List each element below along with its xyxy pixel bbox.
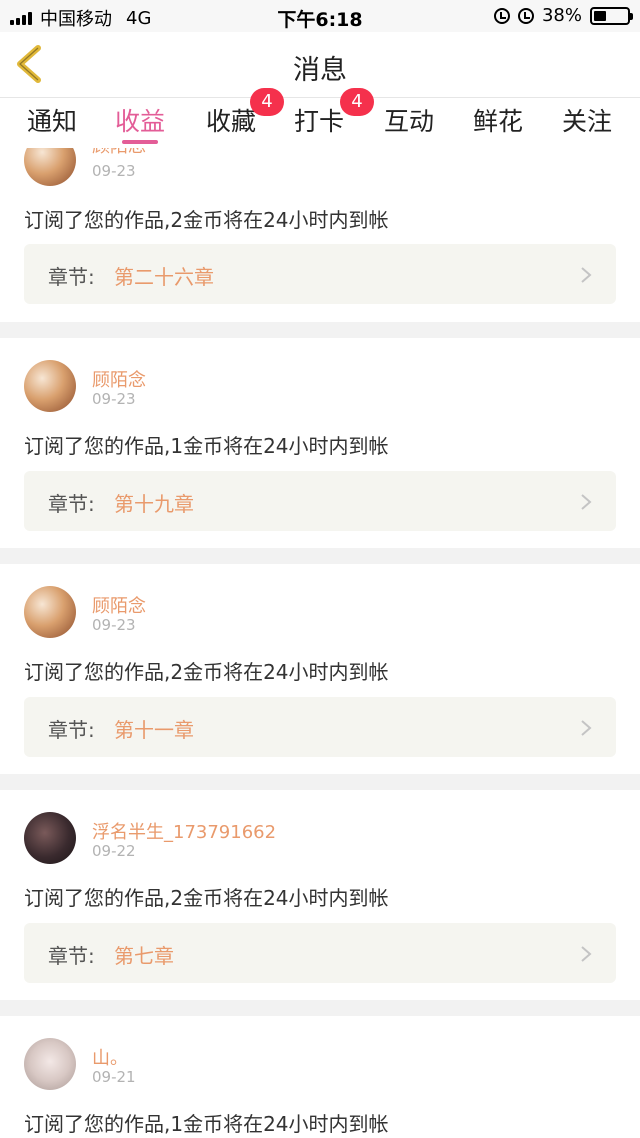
message-card: 顾陌念 09-23 订阅了您的作品,2金币将在24小时内到帐 章节: 第二十六章	[0, 148, 640, 322]
avatar[interactable]	[24, 586, 76, 638]
chevron-right-icon	[581, 267, 592, 283]
battery-fill	[594, 10, 607, 21]
username[interactable]: 顾陌念	[92, 148, 146, 158]
message-date: 09-21	[92, 1068, 136, 1086]
message-text: 订阅了您的作品,1金币将在24小时内到帐	[24, 434, 389, 458]
battery-icon	[590, 6, 633, 25]
status-right: 38%	[493, 5, 633, 26]
chapter-label: 章节:	[48, 492, 95, 516]
username[interactable]: 顾陌念	[92, 592, 146, 618]
chapter-link[interactable]: 章节: 第七章	[24, 923, 616, 983]
rotation-lock-icon	[493, 7, 510, 24]
avatar[interactable]	[24, 360, 76, 412]
chapter-link[interactable]: 章节: 第十九章	[24, 471, 616, 531]
active-tab-indicator	[122, 140, 158, 144]
tab-earnings[interactable]: 收益	[105, 102, 175, 138]
alarm-icon	[517, 7, 534, 24]
message-date: 09-23	[92, 390, 136, 408]
message-card: 顾陌念 09-23 订阅了您的作品,1金币将在24小时内到帐 章节: 第十九章	[0, 338, 640, 548]
avatar[interactable]	[24, 148, 76, 186]
chapter-label: 章节:	[48, 265, 95, 289]
chapter-link[interactable]: 章节: 第二十六章	[24, 244, 616, 304]
message-card: 顾陌念 09-23 订阅了您的作品,2金币将在24小时内到帐 章节: 第十一章	[0, 564, 640, 774]
message-date: 09-23	[92, 162, 136, 180]
message-date: 09-22	[92, 842, 136, 860]
message-date: 09-23	[92, 616, 136, 634]
chapter-label: 章节:	[48, 944, 95, 968]
chapter-link[interactable]: 章节: 第十一章	[24, 697, 616, 757]
chapter-name: 第七章	[114, 944, 174, 968]
chevron-right-icon	[581, 946, 592, 962]
checkin-badge: 4	[340, 88, 374, 116]
nav-bar: 消息	[0, 32, 640, 98]
message-text: 订阅了您的作品,2金币将在24小时内到帐	[24, 660, 389, 684]
battery-percent: 38%	[541, 5, 582, 26]
chevron-right-icon	[581, 720, 592, 736]
chapter-label: 章节:	[48, 718, 95, 742]
username[interactable]: 山。	[92, 1044, 128, 1070]
message-card: 浮名半生_173791662 09-22 订阅了您的作品,2金币将在24小时内到…	[0, 790, 640, 1000]
message-text: 订阅了您的作品,1金币将在24小时内到帐	[24, 1112, 389, 1136]
status-bar: 中国移动 4G 下午6:18 38%	[0, 0, 640, 32]
tab-follow[interactable]: 关注	[552, 102, 622, 138]
avatar[interactable]	[24, 1038, 76, 1090]
tab-bar: 通知 收益 收藏 4 打卡 4 互动 鲜花 关注	[0, 88, 640, 148]
chapter-name: 第十九章	[114, 492, 194, 516]
username[interactable]: 顾陌念	[92, 366, 146, 392]
message-list[interactable]: 顾陌念 09-23 订阅了您的作品,2金币将在24小时内到帐 章节: 第二十六章…	[0, 148, 640, 1138]
message-text: 订阅了您的作品,2金币将在24小时内到帐	[24, 886, 389, 910]
username[interactable]: 浮名半生_173791662	[92, 818, 276, 844]
message-text: 订阅了您的作品,2金币将在24小时内到帐	[24, 208, 389, 232]
page-title: 消息	[293, 55, 347, 86]
avatar[interactable]	[24, 812, 76, 864]
chapter-name: 第十一章	[114, 718, 194, 742]
favorites-badge: 4	[250, 88, 284, 116]
tab-notice[interactable]: 通知	[17, 102, 87, 138]
tab-flowers[interactable]: 鲜花	[463, 102, 533, 138]
chevron-right-icon	[581, 494, 592, 510]
message-card: 山。 09-21 订阅了您的作品,1金币将在24小时内到帐	[0, 1016, 640, 1138]
chapter-name: 第二十六章	[114, 265, 214, 289]
tab-interaction[interactable]: 互动	[374, 102, 444, 138]
